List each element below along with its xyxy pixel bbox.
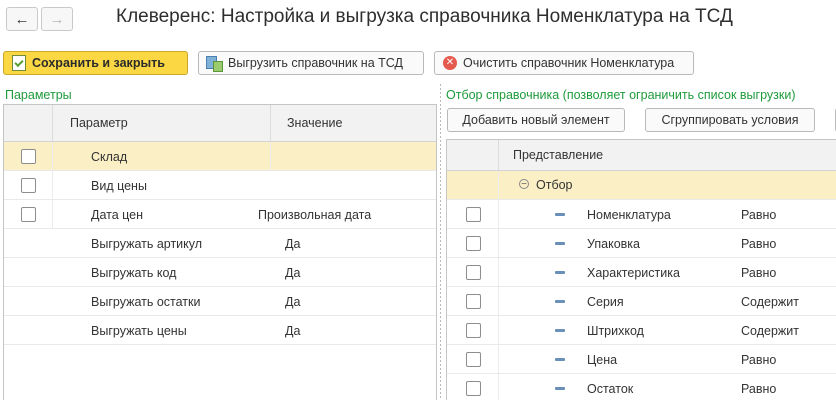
filter-field: Цена bbox=[587, 353, 618, 367]
filter-group-row[interactable]: − Отбор bbox=[447, 171, 836, 200]
checkbox-cell bbox=[4, 142, 53, 170]
filter-condition[interactable]: Равно bbox=[741, 353, 776, 367]
filter-condition[interactable]: Содержит bbox=[741, 324, 799, 338]
save-icon bbox=[12, 55, 26, 71]
filter-table: Представление − Отбор Номенклатура Равно… bbox=[446, 139, 836, 400]
params-table-header: Параметр Значение bbox=[4, 105, 436, 142]
filter-row[interactable]: Характеристика Равно bbox=[447, 258, 836, 287]
params-row[interactable]: Выгружать код Да bbox=[4, 258, 436, 287]
filter-condition[interactable]: Равно bbox=[741, 266, 776, 280]
window-title: Клеверенс: Настройка и выгрузка справочн… bbox=[116, 6, 733, 27]
checkbox-cell bbox=[4, 200, 53, 228]
param-name: Выгружать остатки bbox=[91, 295, 201, 309]
param-value[interactable]: Да bbox=[285, 324, 300, 338]
checkbox-cell bbox=[4, 171, 53, 199]
back-arrow-icon[interactable]: ← bbox=[6, 7, 38, 31]
row-checkbox[interactable] bbox=[466, 294, 481, 309]
collapse-group-icon[interactable]: − bbox=[519, 179, 529, 190]
param-name: Выгружать код bbox=[91, 266, 177, 280]
export-icon bbox=[206, 55, 223, 72]
row-checkbox[interactable] bbox=[466, 352, 481, 367]
param-value[interactable]: Произвольная дата bbox=[258, 208, 371, 222]
condition-item-icon bbox=[555, 213, 565, 216]
param-value-cell[interactable] bbox=[270, 142, 436, 170]
params-checkbox-column-header bbox=[4, 105, 53, 141]
checkbox-cell bbox=[447, 171, 499, 199]
params-row[interactable]: Выгружать артикул Да bbox=[4, 229, 436, 258]
row-checkbox[interactable] bbox=[466, 207, 481, 222]
checkbox-cell bbox=[447, 316, 499, 344]
row-checkbox[interactable] bbox=[21, 207, 36, 222]
param-name: Выгружать артикул bbox=[91, 237, 203, 251]
filter-condition[interactable]: Равно bbox=[741, 382, 776, 396]
params-section-label: Параметры bbox=[5, 88, 72, 102]
param-value[interactable]: Да bbox=[285, 295, 300, 309]
save-and-close-label: Сохранить и закрыть bbox=[32, 56, 165, 70]
filter-condition[interactable]: Равно bbox=[741, 237, 776, 251]
filter-row[interactable]: Номенклатура Равно bbox=[447, 200, 836, 229]
clear-catalog-label: Очистить справочник Номенклатура bbox=[463, 56, 675, 70]
filter-row[interactable]: Упаковка Равно bbox=[447, 229, 836, 258]
filter-row[interactable]: Остаток Равно bbox=[447, 374, 836, 400]
params-table: Параметр Значение Склад Вид цены Дата це… bbox=[3, 104, 437, 400]
row-checkbox[interactable] bbox=[466, 381, 481, 396]
condition-item-icon bbox=[555, 242, 565, 245]
forward-arrow-icon[interactable]: → bbox=[41, 7, 73, 31]
panel-splitter[interactable] bbox=[440, 84, 441, 400]
params-row[interactable]: Склад bbox=[4, 142, 436, 171]
filter-field: Упаковка bbox=[587, 237, 640, 251]
filter-field: Характеристика bbox=[587, 266, 680, 280]
checkbox-cell bbox=[447, 258, 499, 286]
checkbox-cell bbox=[447, 229, 499, 257]
filter-row[interactable]: Серия Содержит bbox=[447, 287, 836, 316]
param-name: Дата цен bbox=[91, 208, 144, 222]
filter-section-label: Отбор справочника (позволяет ограничить … bbox=[446, 88, 796, 102]
row-checkbox[interactable] bbox=[21, 178, 36, 193]
filter-checkbox-column-header bbox=[447, 140, 499, 170]
group-conditions-button[interactable]: Сгруппировать условия bbox=[645, 108, 815, 132]
filter-row[interactable]: Цена Равно bbox=[447, 345, 836, 374]
row-checkbox[interactable] bbox=[466, 236, 481, 251]
condition-item-icon bbox=[555, 358, 565, 361]
condition-item-icon bbox=[555, 387, 565, 390]
filter-field: Номенклатура bbox=[587, 208, 671, 222]
row-checkbox[interactable] bbox=[466, 323, 481, 338]
condition-item-icon bbox=[555, 300, 565, 303]
param-name: Выгружать цены bbox=[91, 324, 187, 338]
checkbox-cell bbox=[447, 200, 499, 228]
condition-item-icon bbox=[555, 329, 565, 332]
filter-field: Остаток bbox=[587, 382, 634, 396]
row-checkbox[interactable] bbox=[21, 149, 36, 164]
params-row[interactable]: Вид цены bbox=[4, 171, 436, 200]
checkbox-cell bbox=[447, 345, 499, 373]
save-and-close-button[interactable]: Сохранить и закрыть bbox=[3, 51, 188, 75]
condition-item-icon bbox=[555, 271, 565, 274]
clear-icon: ✕ bbox=[443, 56, 457, 70]
filter-row[interactable]: Штрихкод Содержит bbox=[447, 316, 836, 345]
param-name: Склад bbox=[91, 150, 128, 164]
row-checkbox[interactable] bbox=[466, 265, 481, 280]
param-name: Вид цены bbox=[91, 179, 147, 193]
export-to-tsd-label: Выгрузить справочник на ТСД bbox=[228, 56, 403, 70]
params-row[interactable]: Выгружать остатки Да bbox=[4, 287, 436, 316]
filter-condition[interactable]: Равно bbox=[741, 208, 776, 222]
filter-condition[interactable]: Содержит bbox=[741, 295, 799, 309]
filter-group-name: Отбор bbox=[536, 178, 573, 192]
representation-column-header[interactable]: Представление bbox=[513, 148, 603, 162]
export-to-tsd-button[interactable]: Выгрузить справочник на ТСД bbox=[198, 51, 424, 75]
filter-field: Серия bbox=[587, 295, 624, 309]
params-row[interactable]: Дата цен Произвольная дата bbox=[4, 200, 436, 229]
filter-table-header: Представление bbox=[447, 140, 836, 171]
add-new-element-button[interactable]: Добавить новый элемент bbox=[447, 108, 625, 132]
value-column-header[interactable]: Значение bbox=[270, 105, 342, 141]
param-value[interactable]: Да bbox=[285, 237, 300, 251]
checkbox-cell bbox=[447, 374, 499, 400]
clear-catalog-button[interactable]: ✕ Очистить справочник Номенклатура bbox=[434, 51, 694, 75]
checkbox-cell bbox=[447, 287, 499, 315]
filter-field: Штрихкод bbox=[587, 324, 644, 338]
navigation-buttons: ← → bbox=[6, 7, 73, 31]
param-value[interactable]: Да bbox=[285, 266, 300, 280]
param-column-header[interactable]: Параметр bbox=[70, 116, 128, 130]
params-row[interactable]: Выгружать цены Да bbox=[4, 316, 436, 345]
